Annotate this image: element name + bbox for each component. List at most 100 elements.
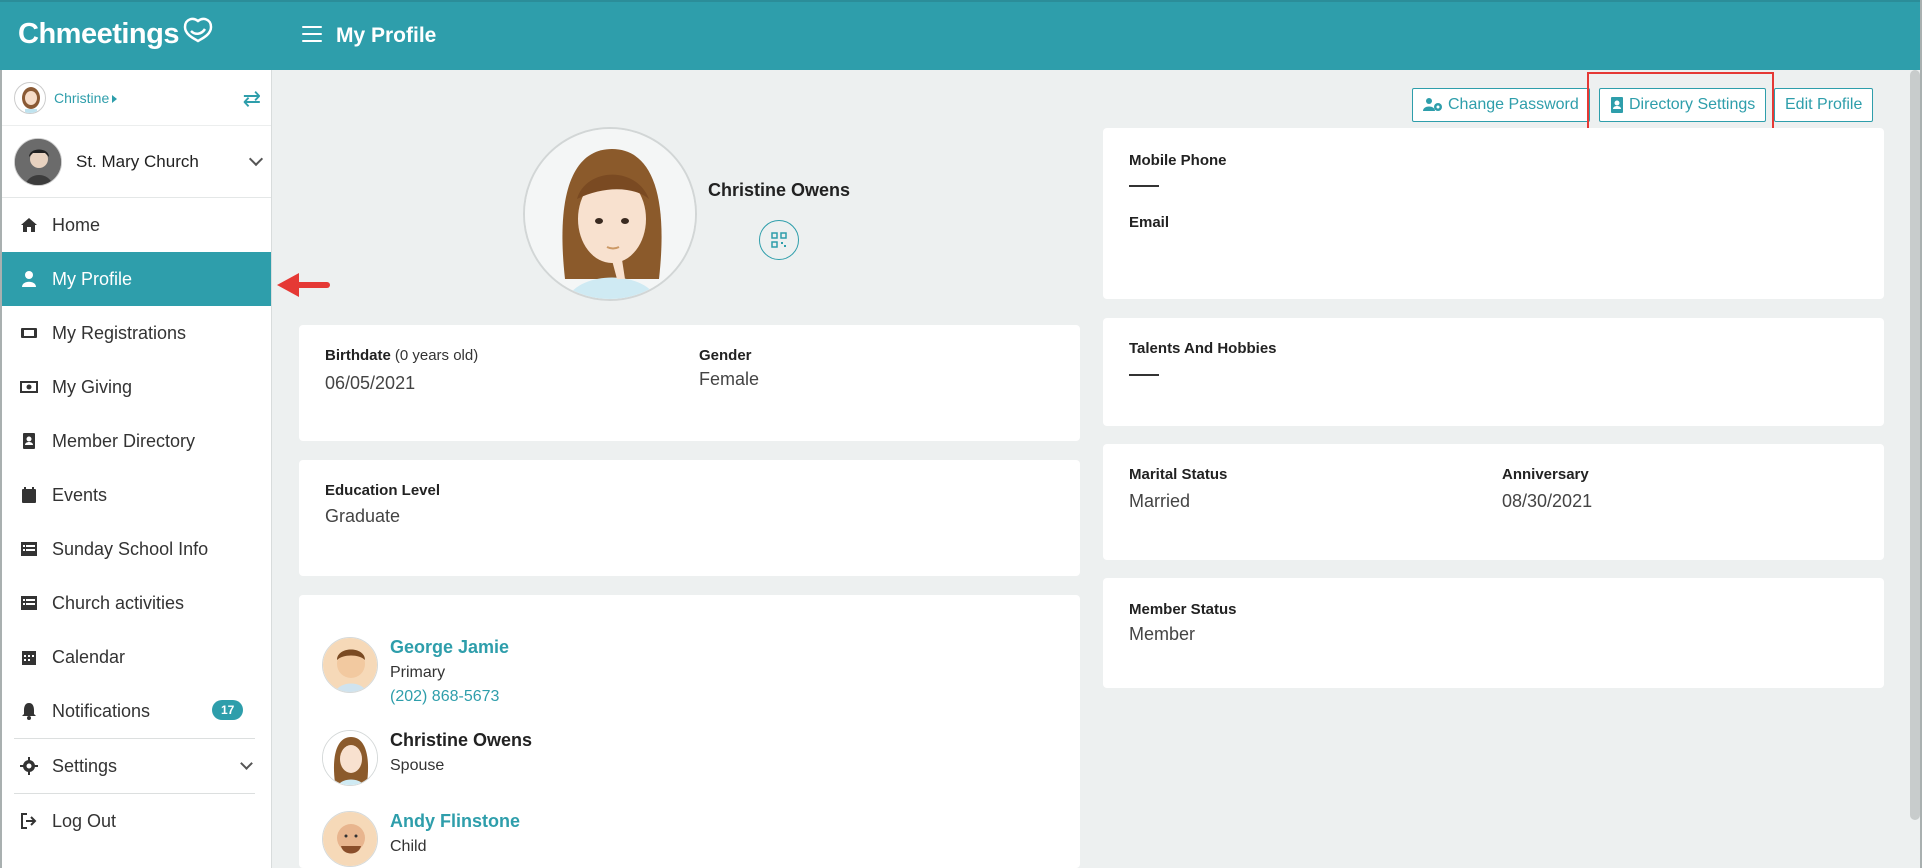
member-status-label: Member Status [1129, 601, 1237, 618]
users-cog-icon [1423, 98, 1442, 111]
sidebar: Christine ⇄ St. Mary Church Home My Prof… [0, 70, 272, 868]
list-icon [20, 540, 38, 558]
logout-icon [20, 812, 38, 830]
member-name-link[interactable]: Andy Flinstone [390, 811, 520, 832]
family-member[interactable]: George Jamie Primary (202) 868-5673 [322, 637, 509, 706]
family-member[interactable]: Andy Flinstone Child [322, 811, 520, 867]
nav-item-my-registrations[interactable]: My Registrations [2, 306, 271, 360]
age-text: (0 years old) [394, 347, 479, 364]
chevron-down-icon [248, 151, 264, 167]
notification-count-badge: 17 [212, 700, 244, 720]
list-icon [20, 594, 38, 612]
marital-card: Marital Status Married Anniversary 08/30… [1103, 444, 1884, 560]
birthdate-label: Birthdate (0 years old) [325, 347, 479, 364]
nav-label: Settings [52, 755, 118, 776]
church-name: St. Mary Church [76, 151, 199, 171]
nav-label: Sunday School Info [52, 538, 209, 559]
nav-item-member-directory[interactable]: Member Directory [2, 414, 271, 468]
nav-label: Events [52, 484, 108, 505]
birthdate-gender-card: Birthdate (0 years old) 06/05/2021 Gender… [299, 325, 1080, 441]
user-row: Christine ⇄ [2, 70, 271, 126]
ticket-icon [20, 324, 38, 342]
nav-item-sunday-school-info[interactable]: Sunday School Info [2, 522, 271, 576]
calendar-grid-icon [20, 648, 38, 666]
nav-item-events[interactable]: Events [2, 468, 271, 522]
education-card: Education Level Graduate [299, 460, 1080, 576]
home-icon [20, 216, 38, 234]
member-role: Primary [390, 664, 446, 681]
anniversary-label: Anniversary [1502, 466, 1589, 483]
nav-label: Notifications [52, 700, 151, 721]
app-logo[interactable]: Chmeetings [18, 17, 215, 51]
member-phone-link[interactable]: (202) 868-5673 [390, 688, 509, 706]
member-name-link[interactable]: George Jamie [390, 637, 509, 658]
nav-item-notifications[interactable]: Notifications 17 [2, 684, 271, 738]
calendar-icon [20, 486, 38, 504]
button-label: Edit Profile [1785, 96, 1863, 113]
user-avatar[interactable] [14, 81, 46, 114]
change-password-button[interactable]: Change Password [1412, 88, 1590, 122]
nav-label: Log Out [52, 810, 117, 831]
bell-icon [20, 702, 38, 720]
money-icon [20, 378, 38, 396]
nav-label: Member Directory [52, 430, 196, 451]
member-status-card: Member Status Member [1103, 578, 1884, 688]
nav-item-log-out[interactable]: Log Out [2, 794, 271, 848]
talents-label: Talents And Hobbies [1129, 340, 1277, 357]
top-bar: Chmeetings My Profile [0, 0, 1922, 70]
nav-label: My Registrations [52, 322, 187, 343]
email-label: Email [1129, 214, 1170, 231]
nav-label: Calendar [52, 646, 126, 667]
nav-item-church-activities[interactable]: Church activities [2, 576, 271, 630]
mobile-phone-label: Mobile Phone [1129, 152, 1227, 169]
anniversary-value: 08/30/2021 [1502, 491, 1593, 511]
marital-status-label: Marital Status [1129, 466, 1228, 483]
address-book-icon [20, 432, 38, 450]
nav-label: My Giving [52, 376, 133, 397]
page-title: My Profile [336, 24, 437, 47]
profile-name: Christine Owens [708, 180, 851, 200]
qr-code-icon [771, 232, 787, 248]
member-avatar [322, 637, 378, 693]
edit-profile-button[interactable]: Edit Profile [1774, 88, 1874, 122]
empty-value-dash [1129, 185, 1159, 187]
member-avatar [322, 730, 378, 786]
nav-item-home[interactable]: Home [2, 198, 271, 252]
contact-card: Mobile Phone Email [1103, 128, 1884, 299]
logo-mark-icon [183, 17, 213, 43]
annotation-arrow-left-icon [277, 273, 330, 297]
switch-account-icon[interactable]: ⇄ [243, 86, 261, 112]
marital-status-value: Married [1129, 491, 1191, 511]
gear-icon [20, 757, 38, 775]
family-member[interactable]: Christine Owens Spouse [322, 730, 532, 786]
gender-label: Gender [699, 347, 752, 364]
education-value: Graduate [325, 506, 401, 526]
nav-label: My Profile [52, 268, 133, 289]
nav-item-calendar[interactable]: Calendar [2, 630, 271, 684]
profile-photo[interactable] [523, 127, 697, 301]
nav-item-my-giving[interactable]: My Giving [2, 360, 271, 414]
button-label: Change Password [1448, 96, 1579, 113]
birthdate-value: 06/05/2021 [325, 373, 416, 393]
talents-card: Talents And Hobbies [1103, 318, 1884, 426]
gender-value: Female [699, 369, 760, 389]
user-name-link[interactable]: Christine [54, 90, 118, 106]
hamburger-menu-icon[interactable] [302, 26, 322, 44]
qr-code-button[interactable] [759, 220, 799, 260]
member-role: Child [390, 838, 427, 855]
member-name: Christine Owens [390, 730, 533, 750]
member-role: Spouse [390, 757, 445, 774]
education-label: Education Level [325, 482, 441, 499]
nav-item-settings[interactable]: Settings [2, 739, 271, 793]
vertical-scrollbar[interactable] [1910, 70, 1920, 820]
church-avatar [14, 137, 62, 186]
nav-item-my-profile[interactable]: My Profile [2, 252, 271, 306]
church-selector[interactable]: St. Mary Church [2, 126, 271, 198]
empty-value-dash [1129, 374, 1159, 376]
chevron-down-icon [240, 757, 253, 770]
member-avatar [322, 811, 378, 867]
user-icon [20, 270, 38, 288]
nav-label: Home [52, 214, 101, 235]
logo-text: Chmeetings [18, 18, 179, 50]
nav-label: Church activities [52, 592, 185, 613]
